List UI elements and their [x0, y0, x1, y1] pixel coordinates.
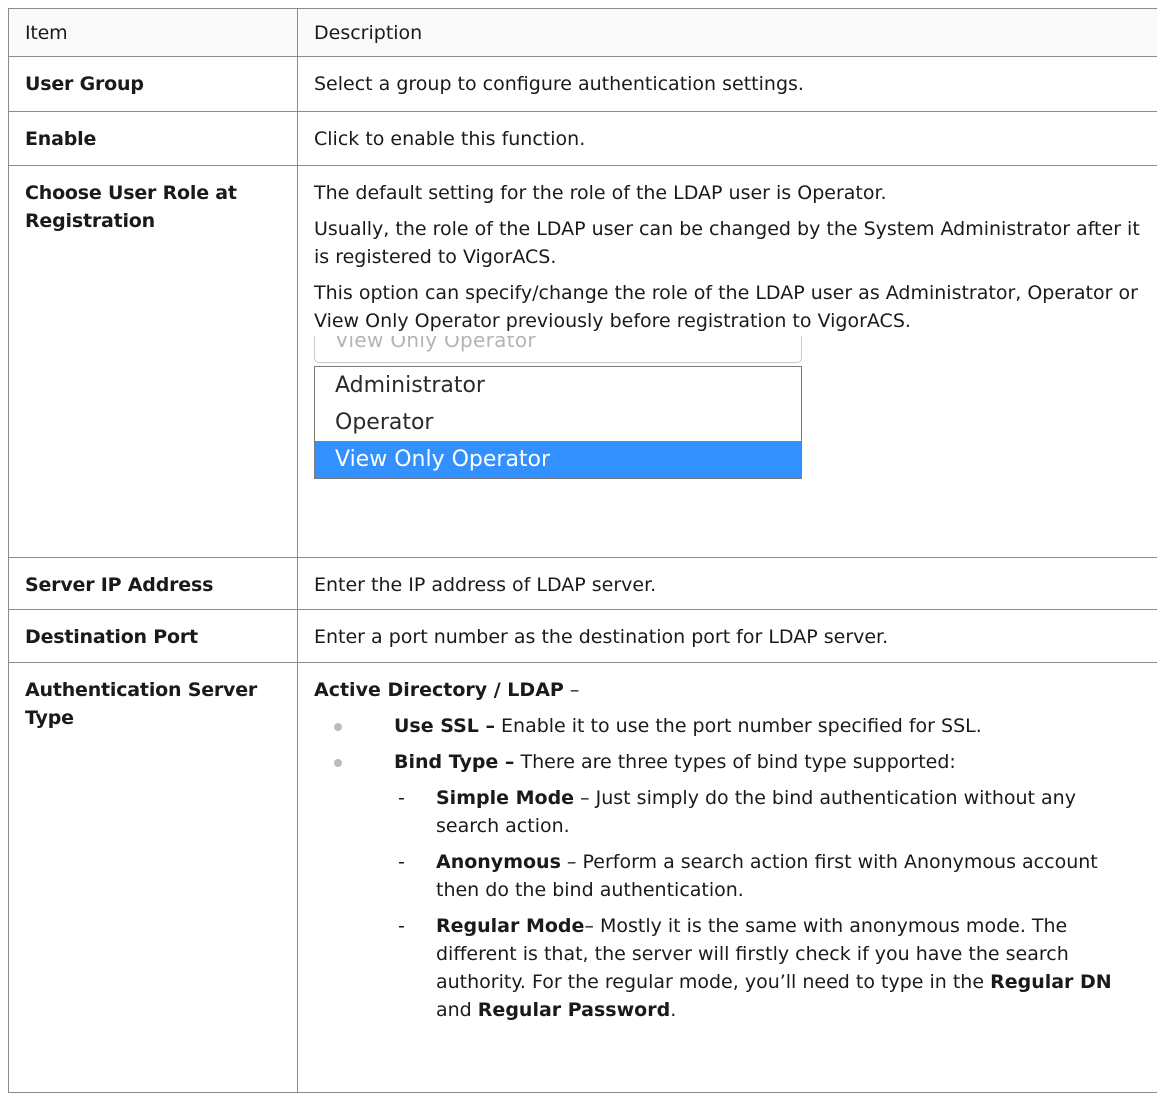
table-row-user-role: Choose User Role at Registration The def…: [9, 166, 1157, 558]
description-text: Enter a port number as the destination p…: [298, 610, 1157, 651]
role-option-view-only-operator[interactable]: View Only Operator: [315, 441, 801, 478]
description-paragraph: The default setting for the role of the …: [314, 179, 1141, 207]
item-cell: Enable: [9, 112, 298, 166]
auth-heading-term: Active Directory / LDAP: [314, 679, 564, 701]
description-block: Active Directory / LDAP – Use SSL – Enab…: [298, 663, 1157, 1024]
table-row-destination-port: Destination Port Enter a port number as …: [9, 610, 1157, 663]
bullet-term: Use SSL –: [394, 715, 495, 737]
sub-item-term: Regular Password: [478, 999, 670, 1021]
header-cell-item: Item: [9, 9, 298, 57]
role-dropdown-illustration: View Only Operator Administrator Operato…: [314, 336, 1141, 504]
description-text: Click to enable this function.: [298, 112, 1157, 153]
sub-item-term: Regular DN: [990, 971, 1112, 993]
sub-item-term: Simple Mode: [436, 787, 574, 809]
table-header-row: Item Description: [9, 9, 1157, 57]
item-label: User Group: [9, 57, 297, 98]
item-cell: Choose User Role at Registration: [9, 166, 298, 558]
item-label: Choose User Role at Registration: [9, 166, 297, 235]
dash-marker: -: [398, 912, 405, 940]
description-text: Enter the IP address of LDAP server.: [298, 558, 1157, 599]
item-label: Authentication Server Type: [9, 663, 297, 732]
header-item-label: Item: [9, 9, 297, 47]
item-label: Enable: [9, 112, 297, 153]
description-table: Item Description User Group Select a gro…: [8, 8, 1157, 1093]
header-cell-description: Description: [298, 9, 1157, 57]
role-option-operator[interactable]: Operator: [315, 404, 801, 441]
description-paragraph: This option can specify/change the role …: [314, 279, 1141, 335]
description-cell: Select a group to configure authenticati…: [298, 57, 1157, 112]
bullet-text: Enable it to use the port number specifi…: [495, 715, 982, 737]
dash-marker: -: [398, 848, 405, 876]
bullet-dot-icon: [334, 759, 342, 767]
item-label: Destination Port: [9, 610, 297, 651]
item-cell: User Group: [9, 57, 298, 112]
sub-item-text: and: [436, 999, 478, 1021]
description-cell: Enter the IP address of LDAP server.: [298, 558, 1157, 610]
dash-marker: -: [398, 784, 405, 812]
role-select-current: View Only Operator: [335, 336, 536, 354]
item-label: Server IP Address: [9, 558, 297, 599]
description-paragraph: Usually, the role of the LDAP user can b…: [314, 215, 1141, 271]
table-row-user-group: User Group Select a group to configure a…: [9, 57, 1157, 112]
header-description-label: Description: [298, 9, 1157, 47]
auth-heading: Active Directory / LDAP –: [314, 676, 1141, 704]
description-cell: The default setting for the role of the …: [298, 166, 1157, 558]
bullet-term: Bind Type –: [394, 751, 514, 773]
item-label-line: Choose User Role at: [25, 179, 281, 207]
role-option-administrator[interactable]: Administrator: [315, 367, 801, 404]
table-row-server-ip: Server IP Address Enter the IP address o…: [9, 558, 1157, 610]
table-row-enable: Enable Click to enable this function.: [9, 112, 1157, 166]
description-block: The default setting for the role of the …: [298, 166, 1157, 504]
sub-item-term: Regular Mode: [436, 915, 584, 937]
description-cell: Active Directory / LDAP – Use SSL – Enab…: [298, 663, 1157, 1093]
sub-item-regular-mode: - Regular Mode– Mostly it is the same wi…: [314, 912, 1141, 1024]
bullet-dot-icon: [334, 723, 342, 731]
sub-item-text: .: [670, 999, 676, 1021]
role-select-box[interactable]: View Only Operator: [314, 336, 802, 363]
role-options-list: Administrator Operator View Only Operato…: [314, 366, 802, 479]
item-cell: Server IP Address: [9, 558, 298, 610]
table-row-auth-server-type: Authentication Server Type Active Direct…: [9, 663, 1157, 1093]
sub-item-term: Anonymous: [436, 851, 561, 873]
item-label-line: Authentication Server: [25, 676, 281, 704]
item-cell: Destination Port: [9, 610, 298, 663]
auth-heading-suffix: –: [564, 679, 580, 701]
item-cell: Authentication Server Type: [9, 663, 298, 1093]
description-cell: Click to enable this function.: [298, 112, 1157, 166]
item-label-line: Type: [25, 704, 281, 732]
bullet-item-bind-type: Bind Type – There are three types of bin…: [314, 748, 1141, 776]
bullet-text: There are three types of bind type suppo…: [514, 751, 955, 773]
sub-item-simple-mode: - Simple Mode – Just simply do the bind …: [314, 784, 1141, 840]
bullet-item-use-ssl: Use SSL – Enable it to use the port numb…: [314, 712, 1141, 740]
sub-item-anonymous: - Anonymous – Perform a search action fi…: [314, 848, 1141, 904]
description-text: Select a group to configure authenticati…: [298, 57, 1157, 98]
description-cell: Enter a port number as the destination p…: [298, 610, 1157, 663]
item-label-line: Registration: [25, 207, 281, 235]
